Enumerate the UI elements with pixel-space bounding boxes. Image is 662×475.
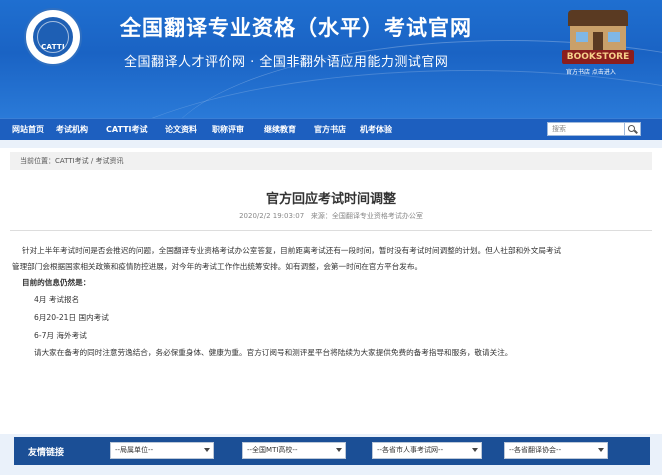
schedule-item: 4月 考试报名 (34, 295, 80, 304)
breadcrumb-catti[interactable]: CATTI考试 (55, 157, 89, 165)
schedule-item: 6-7月 海外考试 (34, 331, 87, 340)
select-value: --各省市人事考试网-- (377, 446, 444, 454)
nav-item-bookstore[interactable]: 官方书店 (314, 124, 346, 135)
friendly-links-label: 友情链接 (28, 448, 65, 458)
search-input[interactable]: 搜索 (547, 122, 625, 136)
bookstore-window (576, 32, 588, 42)
search-button[interactable] (625, 122, 641, 136)
nav-item-papers[interactable]: 论文资料 (165, 124, 197, 135)
schedule-item: 6月20-21日 国内考试 (34, 313, 109, 322)
nav-item-continuing-education[interactable]: 继续教育 (264, 124, 296, 135)
breadcrumb-prefix: 当前位置： (20, 157, 55, 165)
bookstore-window (608, 32, 620, 42)
chevron-down-icon (204, 448, 210, 452)
bookstore-sign: BOOKSTORE (562, 50, 634, 64)
site-title: 全国翻译专业资格（水平）考试官网 (120, 16, 472, 40)
select-value: --局属单位-- (115, 446, 154, 454)
search-icon-handle (634, 129, 638, 134)
chevron-down-icon (598, 448, 604, 452)
bookstore-door (593, 32, 603, 52)
select-value: --各省翻译协会-- (509, 446, 562, 454)
links-select-translators-associations[interactable]: --各省翻译协会-- (504, 442, 608, 459)
bookstore-banner[interactable]: BOOKSTORE (562, 10, 634, 68)
logo-text: CATTI (41, 43, 65, 51)
article-source: 来源：全国翻译专业资格考试办公室 (310, 212, 423, 220)
article-panel: 当前位置：CATTI考试 / 考试资讯 官方回应考试时间调整 2020/2/2 … (0, 148, 662, 434)
article-date: 2020/2/2 19:03:07 (239, 212, 305, 220)
article-paragraph: 管理部门会根据国家相关政策和疫情防控进展，对今年的考试工作作出统筹安排。如有调整… (12, 262, 423, 271)
title-divider (10, 230, 652, 231)
select-value: --全国MTI高校-- (247, 446, 298, 454)
logo-emblem-icon: CATTI (33, 17, 73, 57)
breadcrumb: 当前位置：CATTI考试 / 考试资讯 (10, 152, 652, 170)
friendly-links-bar: 友情链接 --局属单位-- --全国MTI高校-- --各省市人事考试网-- -… (14, 437, 650, 465)
article-title: 官方回应考试时间调整 (265, 192, 396, 207)
bookstore-roof (568, 10, 628, 26)
article-meta: 2020/2/2 19:03:07 来源：全国翻译专业资格考试办公室 (0, 211, 662, 221)
nav-item-title-review[interactable]: 职称评审 (212, 124, 244, 135)
site-subtitle: 全国翻译人才评价网 · 全国非翻外语应用能力测试官网 (124, 55, 449, 70)
nav-item-institutions[interactable]: 考试机构 (56, 124, 88, 135)
nav-item-home[interactable]: 网站首页 (12, 124, 44, 135)
chevron-down-icon (336, 448, 342, 452)
schedule-heading: 目前的信息仍然是： (22, 278, 91, 287)
chevron-down-icon (472, 448, 478, 452)
article-closing: 请大家在备考的同时注意劳逸结合，务必保重身体、健康为重。官方订阅号和测评星平台将… (34, 348, 513, 357)
article-paragraph: 针对上半年考试时间是否会推迟的问题，全国翻译专业资格考试办公室答复，目前距离考试… (22, 246, 562, 255)
bookstore-link[interactable]: 官方书店 点击进入 (566, 67, 616, 76)
catti-logo[interactable]: CATTI (24, 8, 82, 66)
links-select-provincial-exam-sites[interactable]: --各省市人事考试网-- (372, 442, 482, 459)
header-decoration (60, 70, 662, 118)
links-select-mti-universities[interactable]: --全国MTI高校-- (242, 442, 346, 459)
links-select-affiliated-units[interactable]: --局属单位-- (110, 442, 214, 459)
breadcrumb-news[interactable]: 考试资讯 (95, 157, 123, 165)
nav-item-computer-exam[interactable]: 机考体验 (360, 124, 392, 135)
nav-item-catti[interactable]: CATTI考试 (106, 124, 148, 135)
